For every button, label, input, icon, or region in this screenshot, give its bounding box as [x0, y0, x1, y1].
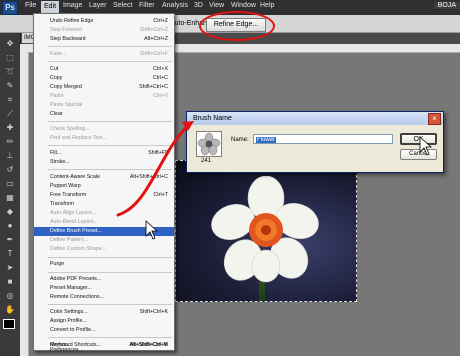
annotation-overlay [116, 121, 433, 240]
mouse-cursor-icon [419, 136, 433, 156]
mouse-cursor-icon [145, 220, 159, 240]
annotation-arrow [116, 121, 194, 217]
